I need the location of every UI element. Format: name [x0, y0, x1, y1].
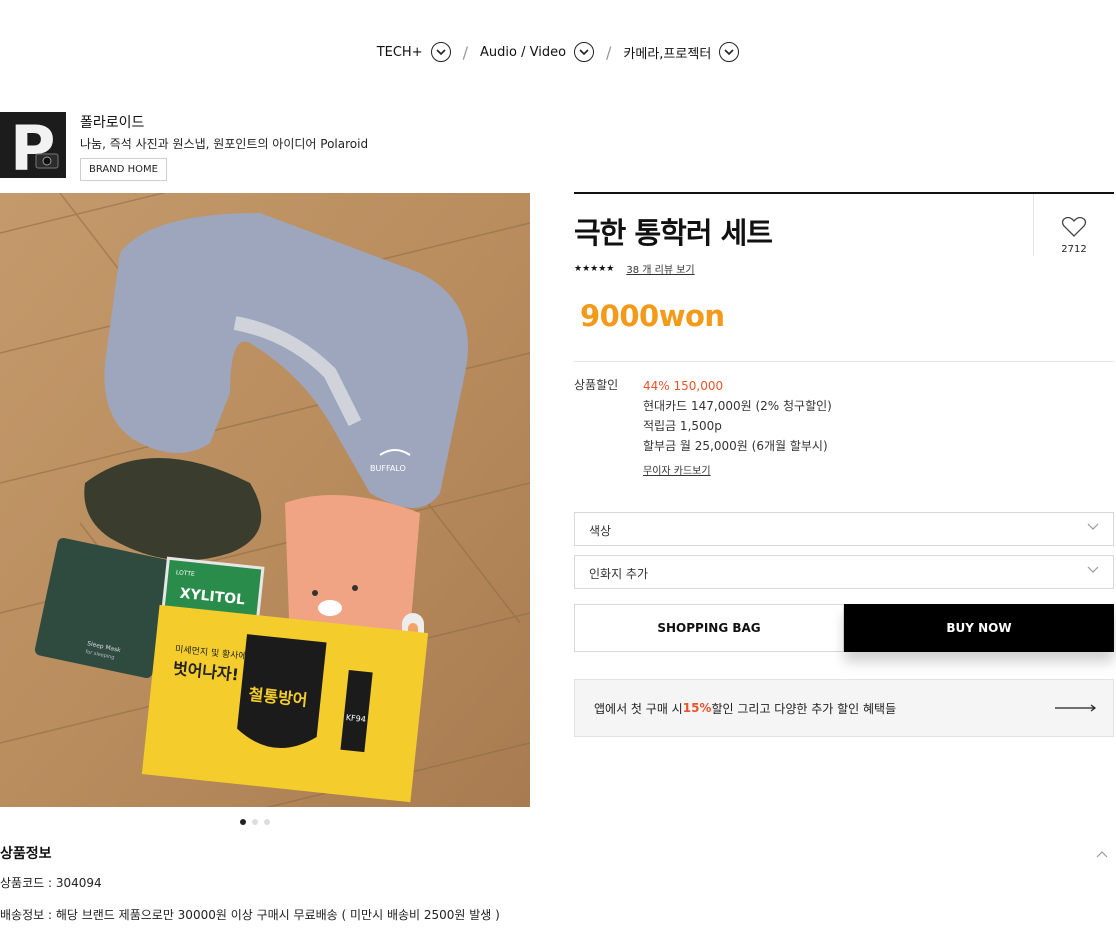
wishlist-button[interactable]: 2712: [1033, 194, 1114, 256]
heart-icon: [1061, 216, 1087, 237]
rating-stars: ★★★★★: [574, 263, 615, 274]
buy-now-button[interactable]: BUY NOW: [844, 604, 1114, 652]
discount-label: 상품할인: [574, 378, 619, 392]
installment: 할부금 월 25,000원 (6개월 할부시): [643, 439, 828, 453]
product-price: 9000won: [580, 299, 725, 333]
points: 적립금 1,500p: [643, 419, 722, 433]
pillow-brand-text: BUFFALO: [370, 464, 406, 473]
crumb-audio-video[interactable]: Audio / Video: [480, 42, 595, 62]
gallery-pagination: [240, 819, 270, 825]
app-promo-banner[interactable]: 앱에서 첫 구매 시 15% 할인 그리고 다양한 추가 할인 혜택들: [574, 679, 1114, 737]
chevron-down-icon: [1087, 523, 1099, 530]
sticker-select[interactable]: 인화지 추가: [574, 555, 1114, 589]
crumb-separator: /: [606, 42, 612, 62]
promo-prefix: 앱에서 첫 구매 시: [594, 701, 683, 716]
gallery-dot[interactable]: [240, 819, 246, 825]
brand-description: 나눔, 즉석 사진과 원스냅, 원포인트의 아이디어 Polaroid: [80, 137, 369, 151]
interest-free-card-link[interactable]: 무이자 카드보기: [643, 462, 711, 482]
wish-count: 2712: [1061, 244, 1087, 255]
crumb-label: TECH+: [376, 44, 423, 60]
shipping-info: 배송정보 : 해당 브랜드 제품으로만 30000원 이상 구매시 무료배송 (…: [0, 908, 500, 922]
color-select-label: 색상: [589, 524, 612, 538]
crumb-tech[interactable]: TECH+: [377, 42, 451, 62]
shopping-bag-button[interactable]: SHOPPING BAG: [574, 604, 844, 652]
purchase-buttons: SHOPPING BAG BUY NOW: [574, 604, 1114, 652]
category-breadcrumb: TECH+ / Audio / Video / 카메라,프로젝터: [0, 42, 1116, 62]
chevron-down-icon[interactable]: [430, 42, 451, 62]
chevron-down-icon: [1087, 566, 1099, 573]
brand-name: 폴라로이드: [80, 115, 145, 131]
product-info-panel: 극한 통학러 세트 2712 ★★★★★ 38 개 리뷰 보기 9000won …: [574, 192, 1114, 737]
crumb-label: 카메라,프로젝터: [623, 46, 712, 62]
rating-row: ★★★★★ 38 개 리뷰 보기: [574, 261, 695, 277]
brand-logo[interactable]: P: [0, 112, 66, 178]
crumb-label: Audio / Video: [480, 44, 567, 60]
product-title: 극한 통학러 세트: [574, 216, 773, 250]
sticker-select-label: 인화지 추가: [589, 567, 649, 581]
divider: [574, 361, 1114, 362]
crumb-separator: /: [462, 42, 468, 62]
product-details-title: 상품정보: [0, 846, 52, 862]
promo-percent: 15%: [682, 701, 712, 715]
brand-home-button[interactable]: BRAND HOME: [80, 158, 167, 181]
chevron-down-icon[interactable]: [719, 42, 740, 62]
chevron-down-icon[interactable]: [574, 42, 595, 62]
card-discount: 현대카드 147,000원 (2% 청구할인): [643, 399, 832, 413]
crumb-camera-projector[interactable]: 카메라,프로젝터: [623, 42, 740, 62]
color-select[interactable]: 색상: [574, 512, 1114, 546]
gallery-dot[interactable]: [252, 819, 258, 825]
brand-header: P 폴라로이드 나눔, 즉석 사진과 원스냅, 원포인트의 아이디어 Polar…: [0, 112, 368, 181]
promo-suffix: 할인 그리고 다양한 추가 할인 혜택들: [711, 701, 897, 716]
arrow-right-icon: [1055, 704, 1096, 712]
gallery-dot[interactable]: [264, 819, 270, 825]
product-code: 상품코드 : 304094: [0, 876, 102, 890]
chevron-up-icon[interactable]: [1096, 843, 1108, 862]
review-link[interactable]: 38 개 리뷰 보기: [626, 261, 694, 276]
discount-rate-price: 44% 150,000: [643, 379, 724, 393]
product-image[interactable]: BUFFALO Sleep Mask for sleeping LOTTE XY…: [0, 193, 530, 807]
